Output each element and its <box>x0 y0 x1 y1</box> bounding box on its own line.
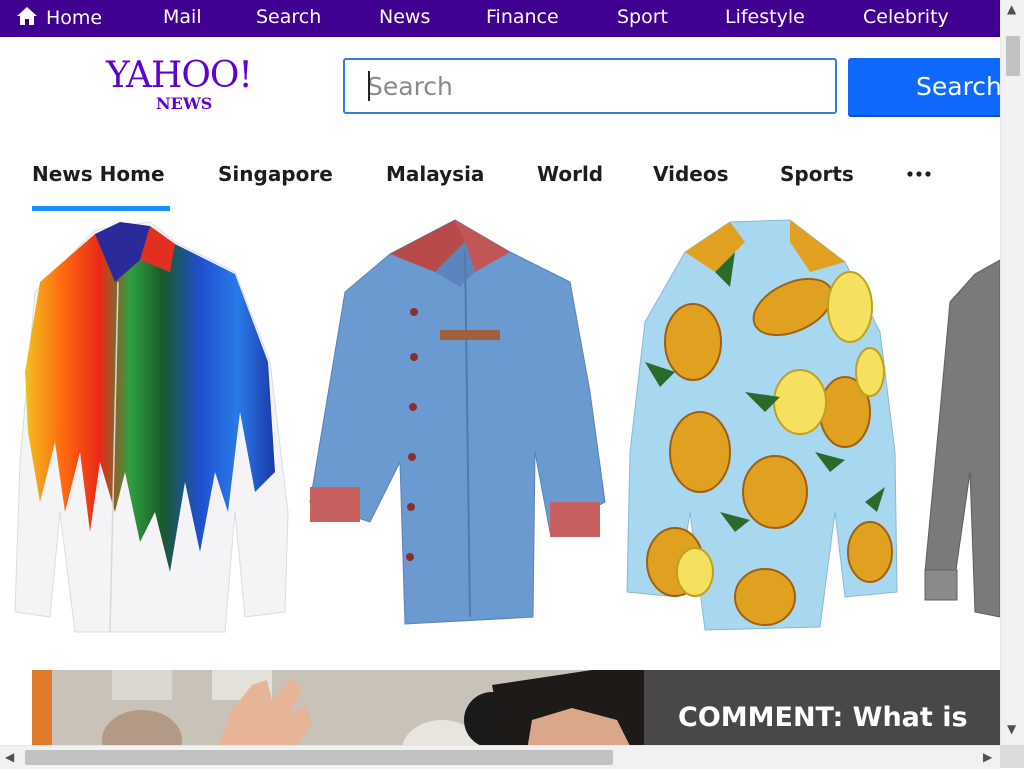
topnav-home-label: Home <box>46 7 103 29</box>
logo-subtitle: NEWS <box>156 94 213 113</box>
featured-story[interactable]: COMMENT: What is <box>32 670 1000 750</box>
topnav-sport-link[interactable]: Sport <box>617 6 668 28</box>
top-navigation-bar: Home Mail Search News Finance Sport Life… <box>0 0 1000 37</box>
pineapple-shirt-image[interactable] <box>615 212 905 637</box>
story-headline[interactable]: COMMENT: What is <box>678 702 968 733</box>
topnav-news-link[interactable]: News <box>379 6 430 28</box>
paint-drip-shirt-image[interactable] <box>0 212 300 637</box>
tab-singapore[interactable]: Singapore <box>218 162 333 186</box>
logo-wordmark: YAHOO! <box>106 55 253 96</box>
topnav-search-link[interactable]: Search <box>256 6 321 28</box>
story-photo <box>32 670 644 750</box>
tab-malaysia[interactable]: Malaysia <box>386 162 484 186</box>
topnav-celebrity-link[interactable]: Celebrity <box>863 6 949 28</box>
grey-shirt-image[interactable] <box>915 212 1000 637</box>
story-caption-box: COMMENT: What is <box>644 670 1000 750</box>
vertical-scroll-thumb[interactable] <box>1006 36 1020 76</box>
yahoo-news-logo[interactable]: YAHOO! NEWS <box>106 56 256 116</box>
tab-videos[interactable]: Videos <box>653 162 729 186</box>
tab-news-home[interactable]: News Home <box>32 162 165 186</box>
tab-sports[interactable]: Sports <box>780 162 854 186</box>
topnav-lifestyle-link[interactable]: Lifestyle <box>725 6 805 28</box>
scrollbar-corner <box>1000 745 1024 768</box>
scroll-down-arrow-icon[interactable]: ▼ <box>1007 723 1016 735</box>
horizontal-scroll-thumb[interactable] <box>25 750 613 765</box>
scroll-up-arrow-icon[interactable]: ▲ <box>1007 3 1016 15</box>
home-icon <box>17 7 37 25</box>
horizontal-scrollbar[interactable]: ◀ ▶ <box>0 745 1000 769</box>
search-button[interactable]: Search <box>848 58 1008 115</box>
ad-carousel[interactable] <box>0 212 1000 637</box>
denim-shirt-image[interactable] <box>305 212 610 637</box>
topnav-mail-link[interactable]: Mail <box>163 6 202 28</box>
topnav-home-link[interactable]: Home <box>16 6 102 29</box>
vertical-scrollbar[interactable]: ▲ ▼ <box>1000 0 1024 745</box>
scroll-left-arrow-icon[interactable]: ◀ <box>5 751 14 763</box>
section-navigation: News Home Singapore Malaysia World Video… <box>0 148 1000 213</box>
search-input[interactable] <box>343 58 837 114</box>
tab-world[interactable]: World <box>537 162 603 186</box>
scroll-right-arrow-icon[interactable]: ▶ <box>983 751 992 763</box>
topnav-finance-link[interactable]: Finance <box>486 6 559 28</box>
text-cursor <box>368 71 370 101</box>
more-dots-icon[interactable] <box>906 160 932 185</box>
active-tab-indicator <box>32 206 170 211</box>
